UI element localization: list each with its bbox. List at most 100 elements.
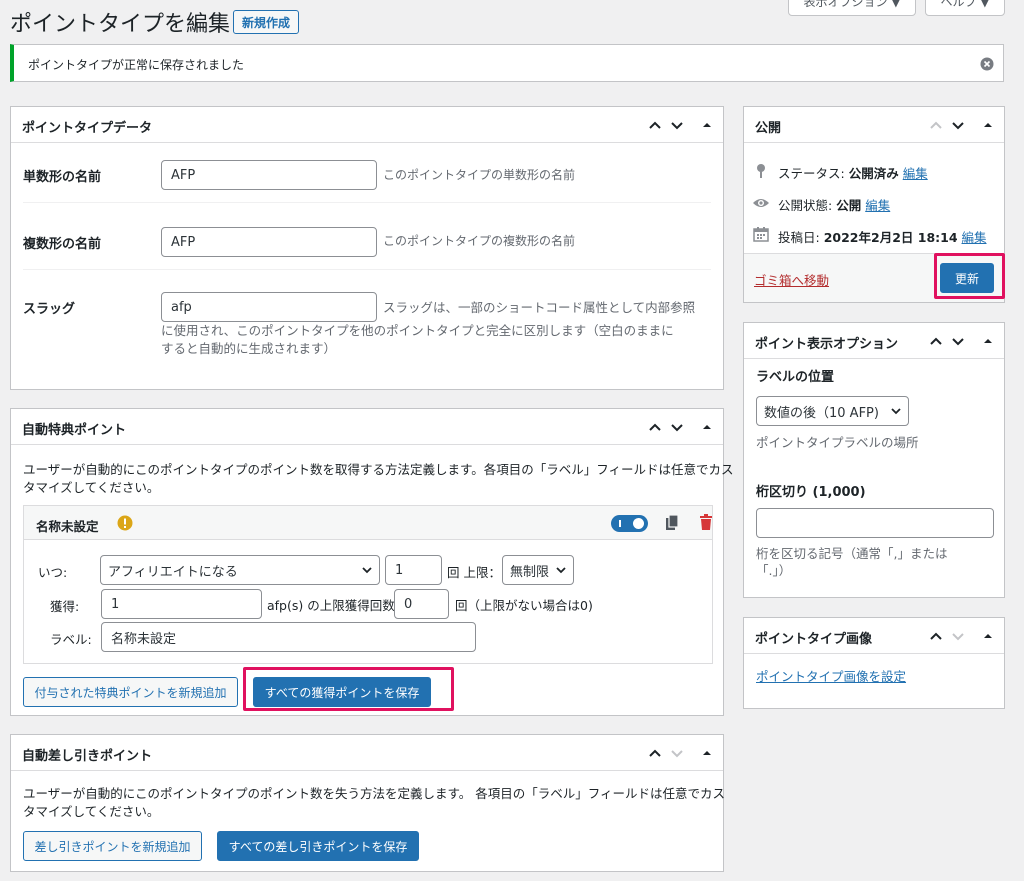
save-deducts-button[interactable]: すべての差し引きポイントを保存 (217, 831, 419, 861)
move-down-icon[interactable] (948, 331, 968, 351)
auto-deduct-box: 自動差し引きポイント ユーザーが自動的にこのポイントタイプのポイント数を失う方法… (10, 734, 725, 872)
new-button[interactable]: 新規作成 (233, 10, 299, 34)
max-suffix: 回（上限がない場合は0) (455, 598, 593, 613)
display-options-box: ポイント表示オプション ラベルの位置 数値の後（10 AFP) ポイントタイプラ… (743, 322, 1005, 598)
move-up-icon[interactable] (645, 743, 665, 763)
earn-label: 獲得: (50, 599, 80, 614)
award-item-name: 名称未設定 (36, 519, 99, 534)
box-header: ポイント表示オプション (744, 323, 1004, 359)
separator-input[interactable] (756, 508, 994, 538)
auto-deduct-desc-line1: ユーザーが自動的にこのポイントタイプのポイント数を失う方法を定義します。 各項目… (23, 786, 725, 801)
status-label: ステータス: (778, 166, 845, 181)
screen-options-button[interactable]: 表示オプション ▼ (788, 0, 916, 16)
date-label: 投稿日: (778, 230, 820, 245)
label-position-select[interactable]: 数値の後（10 AFP) (756, 396, 909, 426)
trash-link[interactable]: ゴミ箱へ移動 (754, 270, 829, 289)
move-down-icon[interactable] (948, 115, 968, 135)
enabled-toggle[interactable] (611, 515, 648, 532)
move-down-icon[interactable] (667, 115, 687, 135)
slug-label: スラッグ (23, 302, 76, 317)
auto-award-desc-line2: タマイズしてください。 (23, 480, 160, 495)
separator-title: 桁区切り (1,000) (756, 485, 866, 500)
save-awards-highlight (243, 667, 454, 711)
trigger-select[interactable]: アフィリエイトになる (100, 555, 380, 585)
toggle-panel-icon[interactable] (978, 331, 998, 351)
move-up-icon[interactable] (645, 115, 665, 135)
award-item-header[interactable]: 名称未設定 (24, 506, 712, 540)
duplicate-icon[interactable] (664, 514, 680, 532)
singular-label: 単数形の名前 (23, 170, 102, 185)
date-row: 投稿日: 2022年2月2日 18:14 編集 (778, 227, 987, 246)
divider (23, 202, 711, 203)
notice-message: ポイントタイプが正常に保存されました (28, 58, 245, 72)
label-position-title: ラベルの位置 (756, 370, 835, 385)
add-deduct-button[interactable]: 差し引きポイントを新規追加 (23, 831, 202, 861)
dismiss-icon[interactable] (980, 57, 994, 71)
delete-icon[interactable] (699, 514, 713, 530)
move-up-icon[interactable] (926, 331, 946, 351)
divider (23, 269, 711, 270)
status-edit-link[interactable]: 編集 (903, 166, 928, 181)
move-up-icon[interactable] (926, 115, 946, 135)
warning-icon (117, 515, 133, 531)
toggle-panel-icon[interactable] (697, 743, 717, 763)
box-title: ポイントタイプ画像 (755, 632, 873, 647)
slug-desc-line1: スラッグは、一部のショートコード属性として内部参照 (383, 300, 696, 315)
box-title: 自動特典ポイント (22, 423, 127, 438)
visibility-value: 公開 (836, 198, 862, 213)
move-down-icon[interactable] (667, 743, 687, 763)
move-down-icon[interactable] (948, 626, 968, 646)
box-title: ポイントタイプデータ (22, 121, 153, 136)
pin-icon (754, 163, 768, 179)
box-title: ポイント表示オプション (755, 337, 899, 352)
calendar-icon (753, 226, 769, 242)
max-earnings-input[interactable]: 0 (394, 589, 449, 619)
visibility-row: 公開状態: 公開 編集 (778, 195, 890, 214)
times-input[interactable]: 1 (385, 555, 442, 585)
date-value: 2022年2月2日 18:14 (823, 230, 958, 245)
box-header: 自動差し引きポイント (11, 735, 723, 771)
point-type-data-box: ポイントタイプデータ 単数形の名前 AFP このポイントタイプの単数形の名前 複… (10, 106, 724, 390)
plural-name-input[interactable]: AFP (161, 227, 377, 257)
box-header: ポイントタイプデータ (11, 107, 723, 143)
label-position-value: 数値の後（10 AFP) (764, 405, 879, 421)
plural-label: 複数形の名前 (23, 237, 102, 252)
point-image-box: ポイントタイプ画像 ポイントタイプ画像を設定 (743, 617, 1005, 709)
move-up-icon[interactable] (926, 626, 946, 646)
singular-name-input[interactable]: AFP (161, 160, 377, 190)
limit-select-value: 無制限 (510, 564, 550, 580)
eye-icon (752, 196, 770, 210)
earn-suffix: afp(s) の上限獲得回数 (267, 598, 395, 613)
toggle-panel-icon[interactable] (978, 626, 998, 646)
status-row: ステータス: 公開済み 編集 (778, 163, 928, 182)
date-edit-link[interactable]: 編集 (962, 230, 987, 245)
visibility-edit-link[interactable]: 編集 (865, 198, 890, 213)
status-value: 公開済み (848, 166, 899, 181)
toggle-panel-icon[interactable] (697, 115, 717, 135)
set-image-link[interactable]: ポイントタイプ画像を設定 (756, 666, 906, 685)
slug-input[interactable]: afp (161, 292, 377, 322)
box-header: 公開 (744, 107, 1004, 143)
move-down-icon[interactable] (667, 417, 687, 437)
toggle-panel-icon[interactable] (978, 115, 998, 135)
toggle-panel-icon[interactable] (697, 417, 717, 437)
success-notice: ポイントタイプが正常に保存されました (10, 44, 1004, 82)
label-position-desc: ポイントタイプラベルの場所 (756, 435, 919, 450)
plural-desc: このポイントタイプの複数形の名前 (383, 234, 576, 248)
help-button[interactable]: ヘルプ ▼ (925, 0, 1005, 16)
box-title: 自動差し引きポイント (22, 749, 153, 764)
page-title: ポイントタイプを編集 (10, 12, 231, 37)
award-item: 名称未設定 いつ: アフィリエイトになる 1 回 上限： 無制限 獲得: 1 a… (23, 505, 713, 664)
slug-desc-line2: に使用され、このポイントタイプを他のポイントタイプと完全に区別します（空白のまま… (161, 323, 674, 338)
visibility-label: 公開状態: (778, 198, 833, 213)
add-award-button[interactable]: 付与された特典ポイントを新規追加 (23, 677, 238, 707)
box-title: 公開 (755, 121, 782, 136)
auto-award-desc-line1: ユーザーが自動的にこのポイントタイプのポイント数を取得する方法定義します。各項目… (23, 462, 734, 477)
move-up-icon[interactable] (645, 417, 665, 437)
limit-select[interactable]: 無制限 (502, 555, 574, 585)
update-highlight (934, 253, 1005, 299)
times-suffix: 回 上限： (447, 565, 501, 580)
earn-points-input[interactable]: 1 (101, 589, 262, 619)
item-label-input[interactable]: 名称未設定 (101, 622, 476, 652)
singular-desc: このポイントタイプの単数形の名前 (383, 168, 576, 182)
